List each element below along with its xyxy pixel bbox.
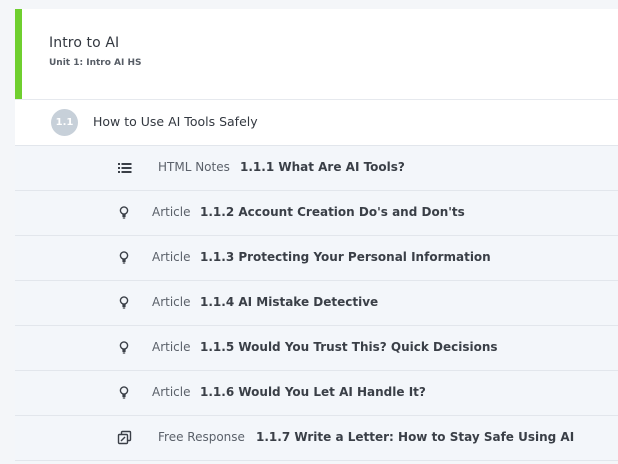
- lesson-item[interactable]: Free Response 1.1.7 Write a Letter: How …: [15, 416, 618, 461]
- lesson-item[interactable]: Article 1.1.6 Would You Let AI Handle It…: [15, 371, 618, 416]
- left-gutter: [0, 0, 15, 464]
- item-type-label: Article: [152, 295, 191, 309]
- item-title[interactable]: 1.1.7 Write a Letter: How to Stay Safe U…: [256, 430, 574, 444]
- item-type-label: Free Response: [158, 430, 245, 444]
- item-title[interactable]: 1.1.1 What Are AI Tools?: [240, 160, 405, 174]
- lesson-title: How to Use AI Tools Safely: [93, 114, 258, 129]
- item-type-label: HTML Notes: [158, 160, 230, 174]
- item-title[interactable]: 1.1.3 Protecting Your Personal Informati…: [200, 250, 491, 264]
- lightbulb-icon: [116, 339, 134, 357]
- lesson-item[interactable]: HTML Notes 1.1.1 What Are AI Tools?: [15, 146, 618, 191]
- item-title[interactable]: 1.1.6 Would You Let AI Handle It?: [200, 385, 426, 399]
- lesson-item[interactable]: Article 1.1.3 Protecting Your Personal I…: [15, 236, 618, 281]
- course-page: Intro to AI Unit 1: Intro AI HS 1.1 How …: [0, 0, 618, 464]
- lesson-item[interactable]: Article 1.1.5 Would You Trust This? Quic…: [15, 326, 618, 371]
- item-type-label: Article: [152, 250, 191, 264]
- lightbulb-icon: [116, 204, 134, 222]
- course-subtitle: Unit 1: Intro AI HS: [49, 58, 142, 68]
- item-type-label: Article: [152, 385, 191, 399]
- item-type-label: Article: [152, 205, 191, 219]
- lightbulb-icon: [116, 384, 134, 402]
- course-title: Intro to AI: [49, 35, 120, 51]
- lesson-item-list: HTML Notes 1.1.1 What Are AI Tools? Arti…: [15, 146, 618, 461]
- item-title[interactable]: 1.1.5 Would You Trust This? Quick Decisi…: [200, 340, 498, 354]
- item-title[interactable]: 1.1.4 AI Mistake Detective: [200, 295, 378, 309]
- course-accent-bar: [15, 9, 22, 99]
- list-icon: [116, 159, 134, 177]
- lightbulb-icon: [116, 249, 134, 267]
- item-type-label: Article: [152, 340, 191, 354]
- lesson-row[interactable]: 1.1 How to Use AI Tools Safely: [15, 100, 618, 146]
- lesson-item[interactable]: Article 1.1.2 Account Creation Do's and …: [15, 191, 618, 236]
- item-title[interactable]: 1.1.2 Account Creation Do's and Don'ts: [200, 205, 465, 219]
- course-header: Intro to AI Unit 1: Intro AI HS: [15, 9, 618, 100]
- lesson-item[interactable]: Article 1.1.4 AI Mistake Detective: [15, 281, 618, 326]
- lesson-number-badge: 1.1: [51, 109, 78, 136]
- free-response-icon: [116, 429, 134, 447]
- lightbulb-icon: [116, 294, 134, 312]
